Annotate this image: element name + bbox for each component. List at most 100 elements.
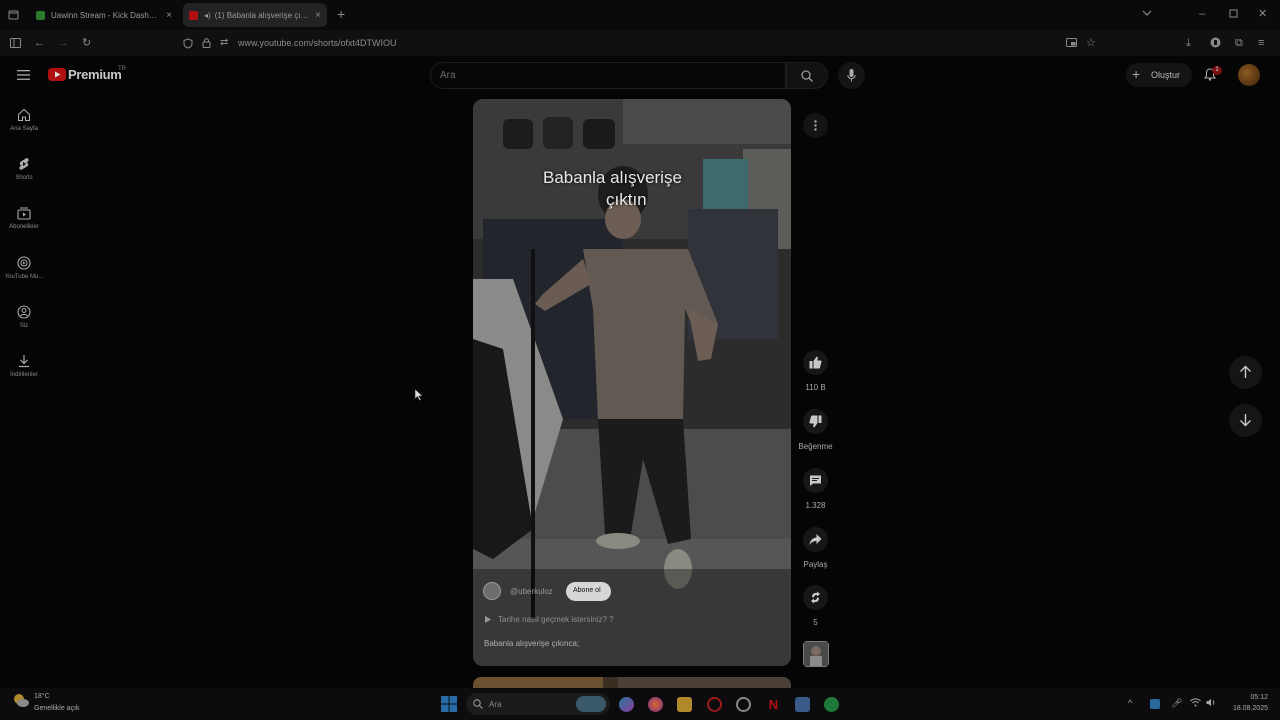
- taskbar-clock-date[interactable]: 18.08.2025: [1218, 705, 1268, 712]
- search-highlight-icon: [576, 696, 606, 712]
- like-count: 110 B: [805, 383, 826, 392]
- guide-menu-icon[interactable]: [17, 70, 30, 80]
- volume-icon[interactable]: [1206, 698, 1217, 707]
- whatsapp-app-icon[interactable]: [824, 697, 839, 712]
- guide-item-home[interactable]: Ana Sayfa: [0, 108, 48, 132]
- guide-label: Ana Sayfa: [10, 126, 38, 132]
- original-sound-thumbnail[interactable]: [803, 641, 829, 667]
- youtube-premium-logo-text[interactable]: Premium: [68, 67, 122, 82]
- subscribe-label: Abone ol: [573, 587, 601, 594]
- search-box[interactable]: [430, 62, 786, 89]
- menu-icon[interactable]: ≡: [1258, 37, 1264, 49]
- browser-tab-bar: Uawinn Stream - Kick Dashboard × ◂) (1) …: [0, 0, 1280, 30]
- guide-label: Abonelikler: [9, 224, 39, 230]
- guide-item-youtube-music[interactable]: YouTube Mu...: [0, 256, 48, 280]
- close-window-icon[interactable]: ✕: [1258, 8, 1267, 20]
- microphone-tray-icon[interactable]: 🎤︎: [1171, 698, 1182, 709]
- copilot-app-icon[interactable]: [619, 697, 634, 712]
- windows-start-icon[interactable]: [441, 696, 457, 712]
- maximize-icon[interactable]: [1229, 9, 1238, 18]
- weather-description[interactable]: Genellikle açık: [34, 705, 80, 712]
- wifi-icon[interactable]: [1190, 698, 1201, 707]
- download-icon: [19, 355, 29, 368]
- downloads-icon[interactable]: ⤓: [1186, 37, 1191, 49]
- tray-app-icon[interactable]: [1150, 699, 1160, 709]
- taskbar-clock-time[interactable]: 05:12: [1228, 694, 1268, 701]
- plus-icon: +: [1132, 66, 1141, 82]
- steam-app-icon[interactable]: [736, 697, 751, 712]
- tab-list-chevron-icon[interactable]: [1142, 9, 1152, 17]
- url-text[interactable]: www.youtube.com/shorts/ofxt4DTWIOU: [238, 38, 397, 48]
- firefox-app-icon[interactable]: [648, 697, 663, 712]
- netflix-app-icon[interactable]: N: [766, 697, 781, 712]
- thumbs-down-icon: [809, 415, 822, 428]
- close-tab-icon[interactable]: ×: [166, 10, 172, 21]
- guide-item-downloads[interactable]: İndirilenler: [0, 354, 48, 378]
- close-tab-icon[interactable]: ×: [315, 10, 321, 21]
- browser-tab-youtube[interactable]: ◂) (1) Babanla alışverişe çıktın ×: [183, 3, 327, 27]
- taskbar-search-label: Ara: [489, 700, 502, 709]
- next-short-preview[interactable]: [473, 677, 791, 688]
- forward-icon[interactable]: →: [58, 37, 69, 49]
- create-label: Oluştur: [1151, 70, 1181, 80]
- guide-item-you[interactable]: Siz: [0, 305, 48, 329]
- comment-icon: [809, 474, 822, 487]
- guide-item-subscriptions[interactable]: Abonelikler: [0, 207, 48, 230]
- browser-tab-kick[interactable]: Uawinn Stream - Kick Dashboard ×: [30, 3, 178, 27]
- voice-search-button[interactable]: [838, 62, 865, 89]
- mouse-cursor-icon: [414, 388, 423, 401]
- tray-overflow-chevron-icon[interactable]: ^: [1128, 698, 1132, 708]
- play-triangle-icon[interactable]: [485, 616, 491, 623]
- subscriptions-icon: [17, 207, 31, 220]
- speaker-icon[interactable]: ◂): [204, 11, 211, 20]
- share-button[interactable]: [803, 527, 828, 552]
- weather-temperature[interactable]: 18°C: [34, 693, 50, 700]
- file-explorer-app-icon[interactable]: [677, 697, 692, 712]
- channel-avatar[interactable]: [483, 582, 501, 600]
- youtube-favicon-icon: [189, 10, 198, 20]
- taskbar-search-box[interactable]: [466, 693, 610, 715]
- remix-count: 5: [813, 618, 818, 627]
- new-tab-plus-icon[interactable]: +: [337, 7, 345, 21]
- dislike-button[interactable]: [803, 409, 828, 434]
- remix-button[interactable]: [803, 585, 828, 610]
- back-icon[interactable]: ←: [34, 37, 45, 49]
- youtube-logo-icon[interactable]: [48, 68, 66, 81]
- minimize-icon[interactable]: –: [1199, 8, 1205, 20]
- search-input[interactable]: Ara: [440, 70, 456, 81]
- comments-button[interactable]: [803, 468, 828, 493]
- guide-label: İndirilenler: [10, 372, 38, 378]
- guide-item-shorts[interactable]: Shorts: [0, 157, 48, 181]
- bookmark-star-icon[interactable]: ☆: [1086, 37, 1096, 49]
- channel-name[interactable]: @uberkuloz: [510, 587, 553, 596]
- next-short-button[interactable]: [1229, 404, 1262, 437]
- notification-count-badge: 1: [1212, 66, 1222, 75]
- tracking-shield-icon[interactable]: [183, 38, 193, 49]
- sidebar-toggle-icon[interactable]: [10, 38, 21, 48]
- you-icon: [17, 305, 31, 319]
- tab-overview-icon[interactable]: [8, 9, 19, 20]
- region-code: TR: [118, 66, 126, 72]
- guide-label: Shorts: [15, 175, 33, 181]
- reload-icon[interactable]: ↻: [82, 37, 91, 49]
- like-button[interactable]: [803, 350, 828, 375]
- thumbs-up-icon: [809, 356, 822, 369]
- site-permissions-icon[interactable]: ⇄: [220, 37, 228, 49]
- previous-short-button[interactable]: [1229, 356, 1262, 389]
- more-options-button[interactable]: [803, 113, 828, 138]
- related-video-link[interactable]: Tarihe nasıl geçmek istersiniz? ?: [498, 615, 614, 624]
- notepad-app-icon[interactable]: [795, 697, 810, 712]
- caption-line-1: Babanla alışverişe: [543, 168, 682, 187]
- search-button[interactable]: [786, 62, 828, 89]
- weather-sun-cloud-icon[interactable]: [12, 692, 30, 708]
- extensions-icon[interactable]: ⧉: [1235, 37, 1243, 49]
- short-description[interactable]: Babanla alışverişe çıkınca;: [484, 639, 579, 648]
- account-icon[interactable]: [1210, 37, 1221, 48]
- tab-title: (1) Babanla alışverişe çıktın: [214, 10, 310, 20]
- picture-in-picture-icon[interactable]: [1066, 38, 1077, 47]
- comment-count: 1.328: [805, 501, 826, 510]
- account-avatar[interactable]: [1238, 64, 1260, 86]
- lock-icon[interactable]: [202, 38, 211, 48]
- opera-app-icon[interactable]: [707, 697, 722, 712]
- microphone-icon: [847, 69, 856, 82]
